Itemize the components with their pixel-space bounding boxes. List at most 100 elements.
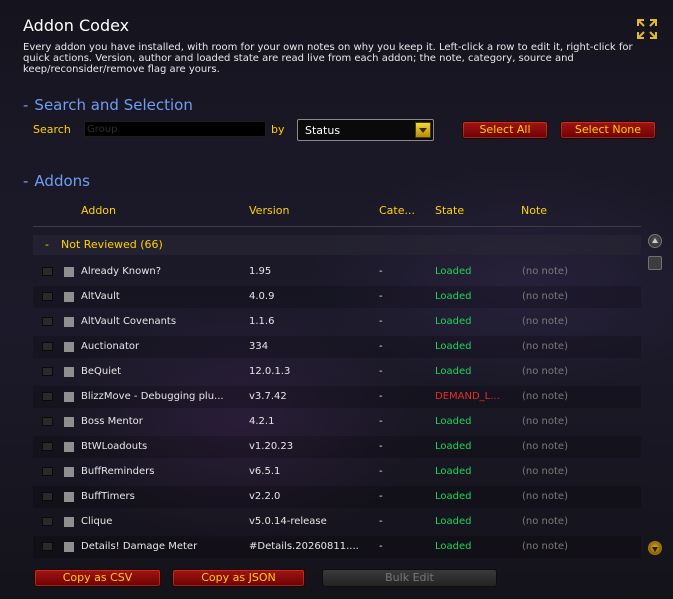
table-row[interactable]: BuffTimers v2.2.0 - Loaded (no note) <box>33 486 641 508</box>
collapse-dash-icon: - <box>23 172 29 190</box>
addon-category: - <box>379 266 383 277</box>
addon-note: (no note) <box>522 266 568 277</box>
column-header-note[interactable]: Note <box>521 204 547 217</box>
column-header-state[interactable]: State <box>435 204 464 217</box>
row-checkbox[interactable] <box>42 542 53 551</box>
addon-note: (no note) <box>522 366 568 377</box>
review-flag-icon <box>64 342 74 352</box>
addon-state: Loaded <box>435 341 472 352</box>
addon-version: v6.5.1 <box>249 466 281 477</box>
dropdown-arrow-icon[interactable] <box>415 122 431 138</box>
copy-csv-button[interactable]: Copy as CSV <box>34 569 161 587</box>
addon-version: 1.1.6 <box>249 316 275 327</box>
addons-section-header[interactable]: - Addons <box>23 172 90 190</box>
table-row[interactable]: Boss Mentor 4.2.1 - Loaded (no note) <box>33 411 641 433</box>
table-row[interactable]: Details! Damage Meter #Details.20260811..… <box>33 536 641 558</box>
addon-note: (no note) <box>522 516 568 527</box>
addon-note: (no note) <box>522 416 568 427</box>
select-none-button[interactable]: Select None <box>560 121 656 139</box>
addon-category: - <box>379 416 383 427</box>
addon-category: - <box>379 441 383 452</box>
column-header-addon[interactable]: Addon <box>81 204 116 217</box>
review-flag-icon <box>64 367 74 377</box>
review-flag-icon <box>64 317 74 327</box>
row-checkbox[interactable] <box>42 317 53 326</box>
row-checkbox[interactable] <box>42 467 53 476</box>
addon-category: - <box>379 391 383 402</box>
search-section-header[interactable]: - Search and Selection <box>23 96 193 114</box>
bulk-edit-button[interactable]: Bulk Edit <box>322 569 497 587</box>
addon-note: (no note) <box>522 541 568 552</box>
row-checkbox[interactable] <box>42 267 53 276</box>
copy-json-button[interactable]: Copy as JSON <box>172 569 305 587</box>
row-checkbox[interactable] <box>42 292 53 301</box>
addon-state: DEMAND_L... <box>435 391 500 402</box>
addon-version: v2.2.0 <box>249 491 281 502</box>
window-title: Addon Codex <box>23 16 130 35</box>
group-by-label: by <box>271 123 285 136</box>
table-row[interactable]: BuffReminders v6.5.1 - Loaded (no note) <box>33 461 641 483</box>
addon-state: Loaded <box>435 491 472 502</box>
table-row[interactable]: Already Known? 1.95 - Loaded (no note) <box>33 261 641 283</box>
review-flag-icon <box>64 392 74 402</box>
addon-name: AltVault Covenants <box>81 316 177 327</box>
addon-category: - <box>379 516 383 527</box>
table-row[interactable]: Clique v5.0.14-release - Loaded (no note) <box>33 511 641 533</box>
addon-name: AltVault <box>81 291 120 302</box>
table-row[interactable]: BlizzMove - Debugging plu... v3.7.42 - DEMA… <box>33 386 641 408</box>
addon-note: (no note) <box>522 341 568 352</box>
scrollbar-thumb[interactable] <box>648 256 662 270</box>
addon-category: - <box>379 541 383 552</box>
row-checkbox[interactable] <box>42 492 53 501</box>
addon-state: Loaded <box>435 266 472 277</box>
review-flag-icon <box>64 292 74 302</box>
table-row[interactable]: BtWLoadouts v1.20.23 - Loaded (no note) <box>33 436 641 458</box>
group-by-dropdown[interactable]: Status <box>297 119 434 141</box>
search-section-title: Search and Selection <box>34 96 193 114</box>
table-row[interactable]: Auctionator 334 - Loaded (no note) <box>33 336 641 358</box>
scroll-down-button[interactable] <box>648 541 662 555</box>
addon-version: 334 <box>249 341 269 352</box>
row-checkbox[interactable] <box>42 342 53 351</box>
row-checkbox[interactable] <box>42 417 53 426</box>
search-input[interactable] <box>84 121 266 137</box>
table-row[interactable]: BeQuiet 12.0.1.3 - Loaded (no note) <box>33 361 641 383</box>
addon-state: Loaded <box>435 366 472 377</box>
addon-state: Loaded <box>435 416 472 427</box>
review-flag-icon <box>64 492 74 502</box>
addon-state: Loaded <box>435 516 472 527</box>
group-by-value: Status <box>305 124 341 137</box>
addon-note: (no note) <box>522 441 568 452</box>
row-checkbox[interactable] <box>42 392 53 401</box>
row-checkbox[interactable] <box>42 442 53 451</box>
table-row[interactable]: AltVault 4.0.9 - Loaded (no note) <box>33 286 641 308</box>
addon-note: (no note) <box>522 391 568 402</box>
row-checkbox[interactable] <box>42 367 53 376</box>
addon-name: BuffReminders <box>81 466 155 477</box>
review-flag-icon <box>64 517 74 527</box>
collapse-dash-icon: - <box>23 96 29 114</box>
table-row[interactable]: AltVault Covenants 1.1.6 - Loaded (no note) <box>33 311 641 333</box>
select-all-button[interactable]: Select All <box>462 121 548 139</box>
review-flag-icon <box>64 542 74 552</box>
addon-category: - <box>379 316 383 327</box>
addon-category: - <box>379 366 383 377</box>
column-header-category[interactable]: Cate... <box>379 204 415 217</box>
header-divider <box>33 226 641 227</box>
addon-version: 12.0.1.3 <box>249 366 291 377</box>
column-header-version[interactable]: Version <box>249 204 289 217</box>
addon-state: Loaded <box>435 291 472 302</box>
addon-state: Loaded <box>435 316 472 327</box>
addons-section-title: Addons <box>34 172 90 190</box>
scroll-up-button[interactable] <box>648 234 662 248</box>
addon-name: Auctionator <box>81 341 140 352</box>
review-flag-icon <box>64 267 74 277</box>
row-checkbox[interactable] <box>42 517 53 526</box>
addon-name: BeQuiet <box>81 366 122 377</box>
group-header-not-reviewed[interactable]: - Not Reviewed (66) <box>33 235 641 255</box>
addon-category: - <box>379 291 383 302</box>
expand-arrows-icon[interactable] <box>636 18 658 40</box>
group-label: Not Reviewed (66) <box>61 238 163 251</box>
addon-codex-window: Addon Codex Every addon you have install… <box>0 0 673 599</box>
review-flag-icon <box>64 467 74 477</box>
